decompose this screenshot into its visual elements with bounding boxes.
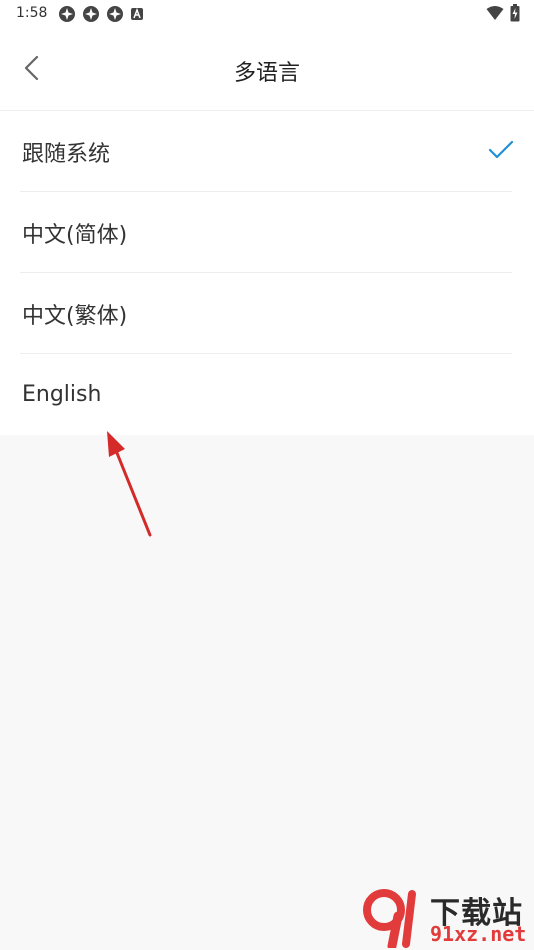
watermark-logo-icon bbox=[363, 889, 416, 948]
status-time: 1:58 bbox=[16, 5, 48, 21]
a-badge-icon bbox=[131, 7, 143, 20]
language-option-english[interactable]: English bbox=[0, 354, 534, 435]
battery-charging-icon bbox=[510, 4, 520, 22]
language-list: 跟随系统 中文(简体) 中文(繁体) English bbox=[0, 111, 534, 435]
status-bar: 1:58 bbox=[0, 0, 534, 28]
page-title: 多语言 bbox=[233, 61, 300, 86]
status-system-icons bbox=[486, 4, 520, 22]
watermark: 下载站 91xz.net bbox=[360, 888, 530, 948]
language-option-traditional-chinese[interactable]: 中文(繁体) bbox=[0, 273, 534, 354]
language-option-label: 中文(繁体) bbox=[22, 303, 128, 329]
app-header: 多语言 bbox=[0, 28, 534, 111]
annotation-arrow-icon bbox=[107, 431, 152, 537]
app-notification-icon bbox=[83, 6, 99, 22]
app-notification-icon bbox=[59, 6, 75, 22]
status-notification-icons bbox=[58, 5, 144, 23]
app-notification-icon bbox=[107, 6, 123, 22]
language-option-follow-system[interactable]: 跟随系统 bbox=[0, 111, 534, 192]
language-option-simplified-chinese[interactable]: 中文(简体) bbox=[0, 192, 534, 273]
language-option-label: 跟随系统 bbox=[22, 141, 111, 167]
language-option-label: 中文(简体) bbox=[22, 222, 128, 248]
check-icon bbox=[488, 140, 514, 159]
language-option-label: English bbox=[22, 382, 102, 407]
watermark-domain: 91xz.net bbox=[430, 922, 527, 946]
wifi-icon bbox=[486, 6, 504, 20]
